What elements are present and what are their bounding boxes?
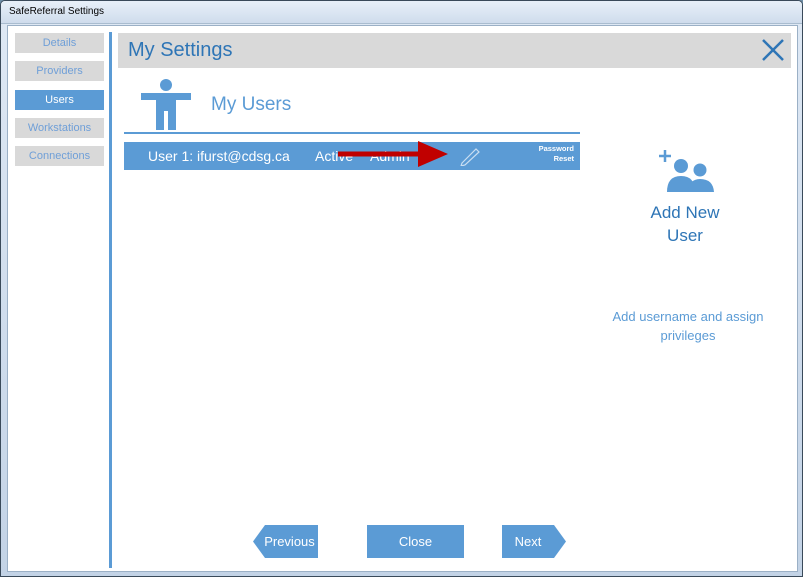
- password-reset-line2: Reset: [553, 154, 574, 163]
- password-reset-line1: Password: [538, 144, 574, 153]
- sidebar-item-workstations[interactable]: Workstations: [15, 117, 104, 138]
- add-user-description: Add username and assign privileges: [598, 307, 778, 345]
- pencil-icon[interactable]: [458, 146, 482, 166]
- sidebar-nav: Details Providers Users Workstations Con…: [15, 33, 104, 174]
- add-new-user-button[interactable]: Add New User: [620, 201, 750, 247]
- close-x-icon[interactable]: [759, 36, 787, 64]
- password-reset-button[interactable]: Password Reset: [534, 144, 574, 164]
- add-user-description-line1: Add username and assign: [612, 309, 764, 324]
- add-new-user-line2: User: [667, 226, 703, 245]
- sidebar-item-users[interactable]: Users: [15, 89, 104, 110]
- close-button[interactable]: Close: [367, 525, 464, 558]
- title-bar[interactable]: SafeReferral Settings: [1, 1, 802, 24]
- sidebar-item-providers[interactable]: Providers: [15, 61, 104, 82]
- page-title: My Settings: [128, 39, 233, 61]
- sidebar-item-connections[interactable]: Connections: [15, 146, 104, 167]
- add-user-description-line2: privileges: [660, 328, 716, 343]
- previous-button[interactable]: Previous: [253, 525, 318, 558]
- previous-button-label: Previous: [264, 534, 315, 549]
- settings-window: SafeReferral Settings Details Providers …: [0, 0, 803, 577]
- add-new-user-line1: Add New: [650, 203, 720, 222]
- page-header: My Settings: [118, 33, 791, 68]
- red-arrow-icon: [338, 141, 448, 167]
- client-area: Details Providers Users Workstations Con…: [7, 25, 798, 572]
- next-button-label: Next: [514, 534, 542, 549]
- add-user-icon[interactable]: [659, 148, 719, 196]
- user-email: User 1: ifurst@cdsg.ca: [148, 148, 290, 164]
- person-icon: [141, 79, 191, 130]
- sidebar-item-details[interactable]: Details: [15, 33, 104, 53]
- users-section-title: My Users: [211, 94, 292, 115]
- sidebar-divider: [109, 32, 112, 568]
- window-title: SafeReferral Settings: [9, 6, 105, 17]
- next-button[interactable]: Next: [502, 525, 566, 558]
